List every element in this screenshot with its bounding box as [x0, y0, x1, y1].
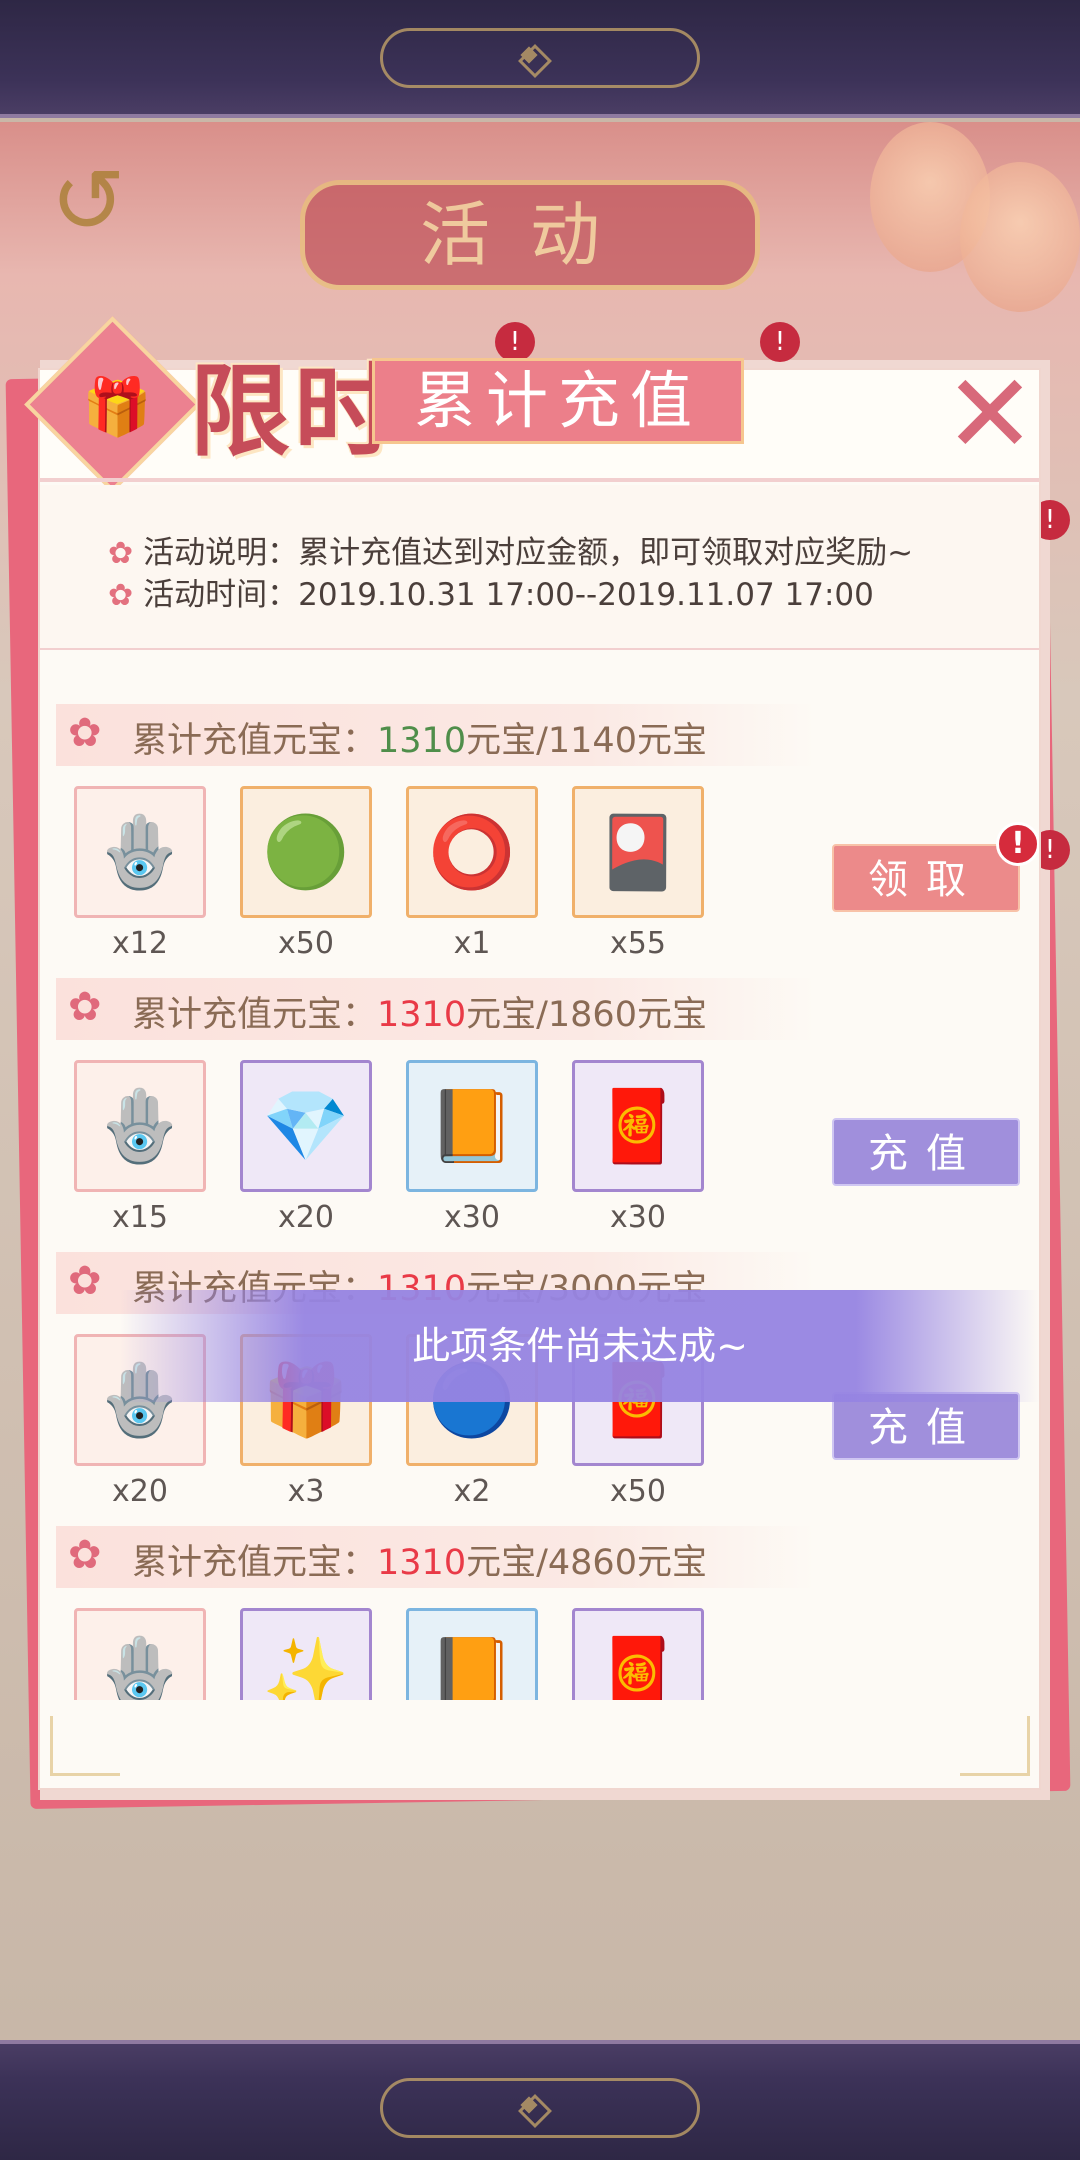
reward-qty: x50	[610, 1474, 666, 1509]
reward-item[interactable]: 💎	[240, 1060, 372, 1192]
tier-header: ✿ 累计充值元宝：1310元宝/1140元宝	[56, 704, 816, 766]
tier-row: ✿ 累计充值元宝：1310元宝/1140元宝 🪬 x12 🟢 x50 ⭕ x1 …	[56, 704, 1039, 979]
red-envelope-icon: 🧧	[594, 1633, 682, 1700]
title-main: 限时	[190, 353, 398, 470]
ornament-icon	[380, 28, 700, 88]
reward-item[interactable]: 🧧	[572, 1608, 704, 1700]
gift-symbol: 🎁	[82, 375, 152, 440]
reward-qty: x20	[278, 1200, 334, 1235]
flower-icon: ✿	[68, 984, 102, 1030]
reward-item[interactable]: 🪬	[74, 1608, 206, 1700]
reward-qty: x30	[444, 1200, 500, 1235]
close-icon[interactable]: ✕	[940, 359, 1040, 469]
corner-ornament	[960, 1716, 1030, 1776]
description-line: ✿ 活动说明：累计充值达到对应金额，即可领取对应奖励~	[108, 527, 913, 572]
notification-dot: !	[760, 322, 800, 362]
reward-qty: x50	[278, 926, 334, 961]
event-card-icon: 🎴	[594, 811, 682, 893]
flower-icon: ✿	[108, 578, 134, 613]
tier-header: ✿ 累计充值元宝：1310元宝/1860元宝	[56, 978, 816, 1040]
flower-icon: ✿	[68, 1258, 102, 1304]
awaken-item-icon: ✨	[262, 1633, 350, 1700]
green-orb-charm-icon: 🟢	[262, 811, 350, 893]
bottom-decorative-bar	[0, 2040, 1080, 2160]
notification-dot: !	[495, 322, 535, 362]
pink-bracelet-icon: ⭕	[428, 811, 516, 893]
title-sub-box: 累计充值	[372, 358, 744, 444]
reward-qty: x2	[453, 1474, 491, 1509]
claim-button[interactable]: 领取	[832, 844, 1020, 912]
ornament-icon	[380, 2078, 700, 2138]
flower-icon: ✿	[108, 536, 134, 571]
reward-qty: x30	[610, 1200, 666, 1235]
time-text: 2019.10.31 17:00--2019.11.07 17:00	[298, 577, 874, 613]
reward-qty: x3	[287, 1474, 325, 1509]
reward-qty: x1	[453, 926, 491, 961]
tier-row: ✿ 累计充值元宝：1310元宝/4860元宝 🪬 ✨ 📙 🧧	[56, 1526, 1016, 1700]
background-title: 活动	[300, 180, 760, 290]
reward-item[interactable]: 🪬	[74, 786, 206, 918]
tier-header: ✿ 累计充值元宝：1310元宝/4860元宝	[56, 1526, 816, 1588]
orange-book-icon: 📙	[428, 1085, 516, 1167]
recharge-dialog: 🎁 限时 累计充值 ✕ ✿ 活动说明：累计充值达到对应金额，即可领取对应奖励~ ✿…	[24, 316, 1040, 1788]
reward-qty: x55	[610, 926, 666, 961]
red-envelope-icon: 🧧	[594, 1085, 682, 1167]
purple-crystal-icon: 💎	[262, 1085, 350, 1167]
reward-qty: x20	[112, 1474, 168, 1509]
reward-item[interactable]: 🪬	[74, 1060, 206, 1192]
divider	[40, 478, 1039, 482]
description-text: 累计充值达到对应金额，即可领取对应奖励~	[298, 535, 914, 571]
top-decorative-bar	[0, 0, 1080, 118]
orange-book-icon: 📙	[428, 1633, 516, 1700]
description-label: 活动说明：	[143, 535, 299, 571]
time-line: ✿ 活动时间：2019.10.31 17:00--2019.11.07 17:00	[108, 569, 874, 614]
reward-item[interactable]: 🧧	[572, 1060, 704, 1192]
tier-row: ✿ 累计充值元宝：1310元宝/1860元宝 🪬 x15 💎 x20 📙 x30…	[56, 978, 1020, 1253]
jade-pendant-icon: 🪬	[96, 1633, 184, 1700]
reward-qty: x12	[112, 926, 168, 961]
back-arrow-icon[interactable]: ↺	[28, 152, 148, 252]
recharge-button[interactable]: 充值	[832, 1118, 1020, 1186]
reward-item[interactable]: ✨	[240, 1608, 372, 1700]
jade-pendant-icon: 🪬	[96, 811, 184, 893]
lantern-icon	[960, 162, 1080, 312]
alert-badge-icon: !	[996, 822, 1039, 866]
corner-ornament	[50, 1716, 120, 1776]
title-sub: 累计充值	[413, 364, 702, 437]
tier-label: 累计充值元宝：1310元宝/1140元宝	[132, 721, 707, 761]
reward-item[interactable]: 📙	[406, 1060, 538, 1192]
tier-label: 累计充值元宝：1310元宝/4860元宝	[132, 1543, 707, 1583]
description-box: ✿ 活动说明：累计充值达到对应金额，即可领取对应奖励~ ✿ 活动时间：2019.10…	[40, 485, 1039, 650]
reward-item[interactable]: 🟢	[240, 786, 372, 918]
reward-item[interactable]: 🎴	[572, 786, 704, 918]
reward-item[interactable]: 📙	[406, 1608, 538, 1700]
flower-icon: ✿	[68, 1532, 102, 1578]
reward-item[interactable]: ⭕	[406, 786, 538, 918]
tier-list[interactable]: ✿ 累计充值元宝：1310元宝/1140元宝 🪬 x12 🟢 x50 ⭕ x1 …	[40, 700, 1039, 1700]
jade-pendant-icon: 🪬	[96, 1085, 184, 1167]
tier-label: 累计充值元宝：1310元宝/1860元宝	[132, 995, 707, 1035]
recharge-button[interactable]: 充值	[832, 1392, 1020, 1460]
reward-qty: x15	[112, 1200, 168, 1235]
dialog-header: 🎁 限时 累计充值 ✕	[24, 316, 1040, 493]
toast-message: 此项条件尚未达成~	[120, 1290, 1040, 1402]
time-label: 活动时间：	[143, 577, 299, 613]
flower-icon: ✿	[68, 710, 102, 756]
